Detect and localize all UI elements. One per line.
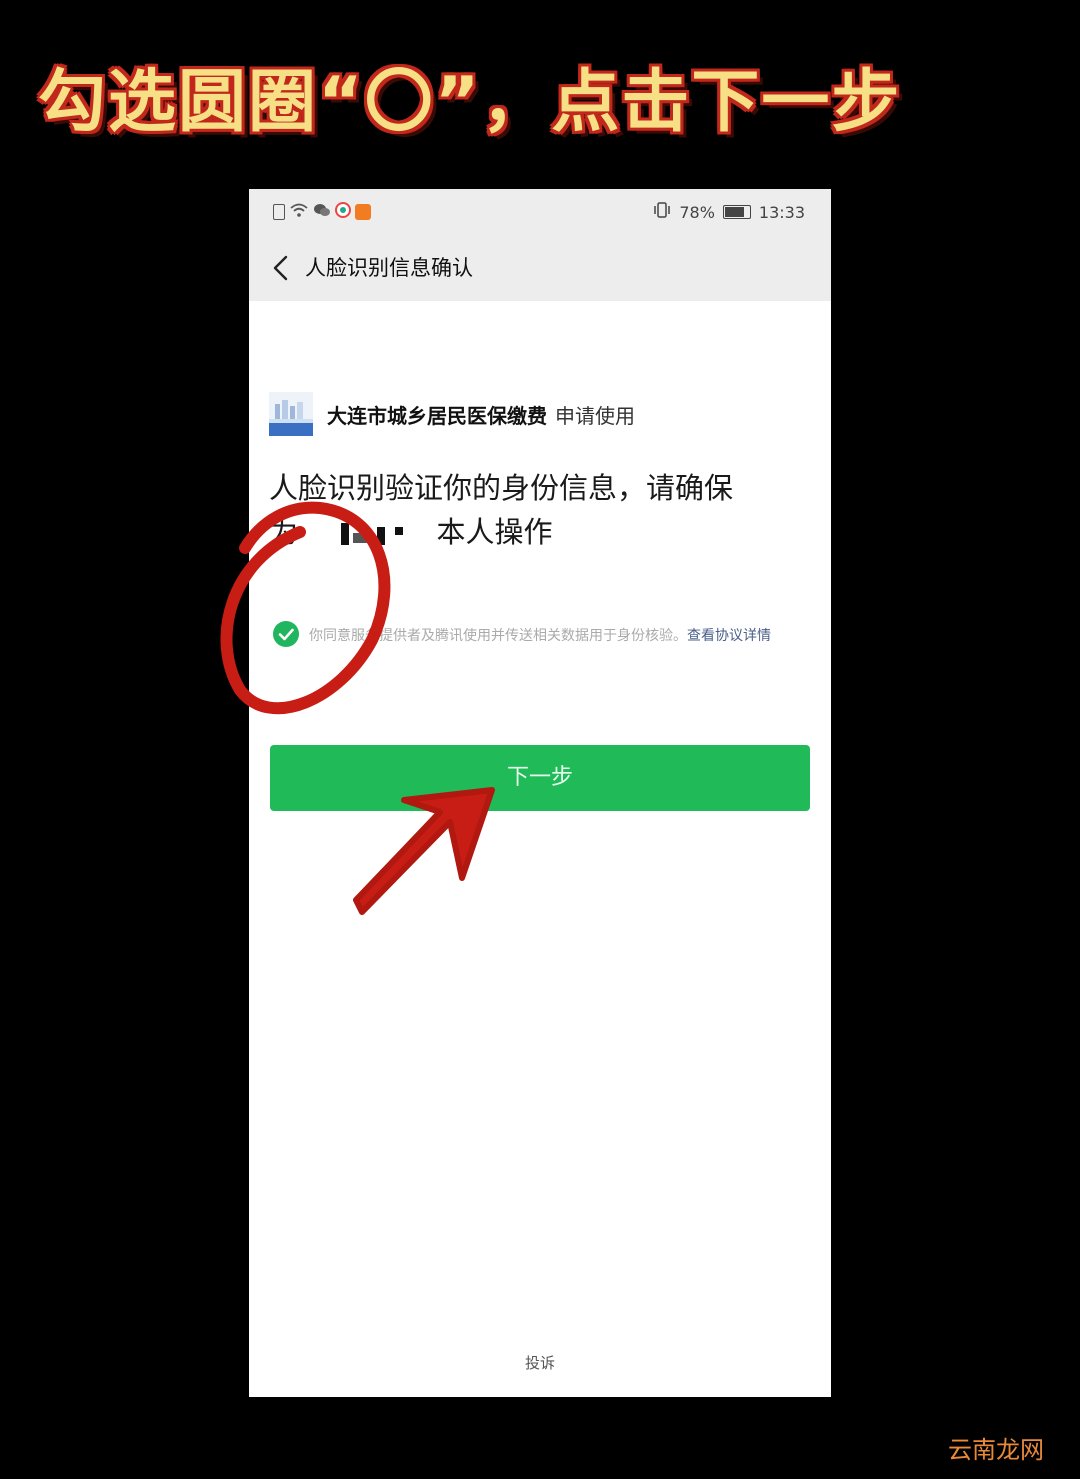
complain-link[interactable]: 投诉 xyxy=(249,1352,831,1373)
app-request-text: 申请使用 xyxy=(555,403,635,428)
wechat-icon xyxy=(313,202,331,222)
wifi-icon xyxy=(289,202,309,222)
verification-line-2: 为 本人操作 xyxy=(269,510,814,554)
masked-name xyxy=(307,519,427,549)
agreement-link[interactable]: 查看协议详情 xyxy=(687,628,771,644)
verification-suffix: 本人操作 xyxy=(436,515,553,549)
status-bar: 78% 13:33 xyxy=(249,189,831,235)
agree-checkbox[interactable] xyxy=(273,621,299,647)
verification-prefix: 为 xyxy=(269,515,299,549)
back-button[interactable] xyxy=(267,251,297,285)
video-app-icon xyxy=(355,204,371,220)
verification-message: 人脸识别验证你的身份信息，请确保 为 本人操作 xyxy=(269,466,814,554)
next-step-button[interactable]: 下一步 xyxy=(270,745,810,811)
watermark: 云南龙网 xyxy=(948,1436,1044,1464)
app-logo xyxy=(269,392,313,436)
app-notification-icon xyxy=(335,202,351,222)
phone-screen: 78% 13:33 人脸识别信息确认 大连市城乡居民医保缴费 申请使用 人脸识别… xyxy=(249,189,831,1397)
agreement-statement: 你同意服务提供者及腾讯使用并传送相关数据用于身份核验。 xyxy=(309,628,687,644)
status-icons-right: 78% 13:33 xyxy=(653,202,805,222)
verification-line-1: 人脸识别验证你的身份信息，请确保 xyxy=(269,471,734,505)
app-name: 大连市城乡居民医保缴费 xyxy=(327,403,547,428)
battery-icon xyxy=(722,205,751,219)
nav-bar: 人脸识别信息确认 xyxy=(249,235,831,301)
agreement-text: 你同意服务提供者及腾讯使用并传送相关数据用于身份核验。查看协议详情 xyxy=(309,623,814,649)
status-icons-left xyxy=(273,202,371,222)
status-time: 13:33 xyxy=(758,202,805,222)
sim-icon xyxy=(273,204,285,220)
instruction-caption: 勾选圆圈“〇”，点击下一步 xyxy=(38,63,902,142)
page-title: 人脸识别信息确认 xyxy=(305,256,473,280)
requesting-app: 大连市城乡居民医保缴费 申请使用 xyxy=(269,392,635,436)
chevron-left-icon xyxy=(273,255,288,281)
checkmark-icon xyxy=(278,628,294,641)
vibrate-icon xyxy=(653,202,671,222)
battery-percent: 78% xyxy=(679,202,715,222)
